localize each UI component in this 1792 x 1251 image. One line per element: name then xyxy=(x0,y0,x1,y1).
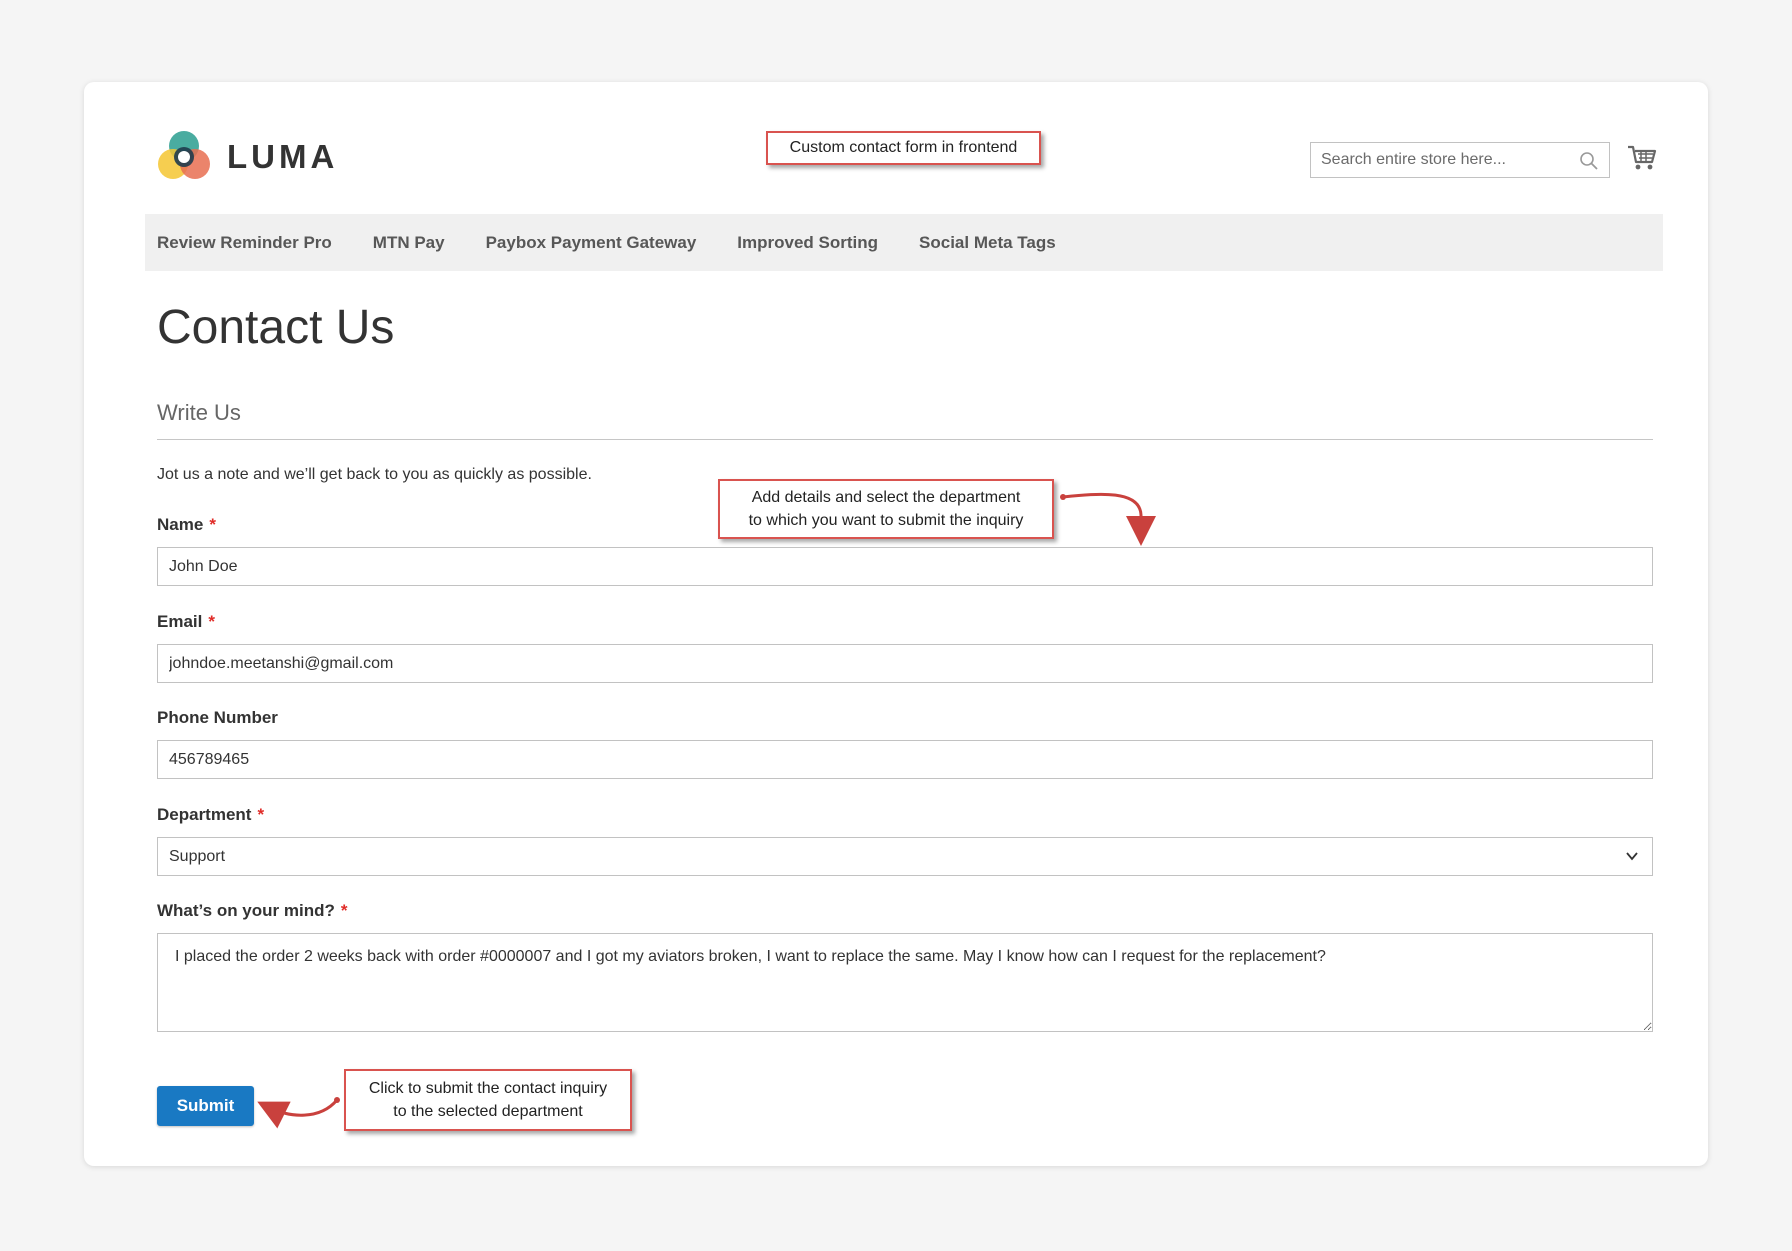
main-nav: Review Reminder Pro MTN Pay Paybox Payme… xyxy=(145,214,1663,271)
nav-item-social-meta-tags[interactable]: Social Meta Tags xyxy=(919,233,1056,253)
required-marker: * xyxy=(209,515,216,534)
name-label: Name * xyxy=(157,515,216,535)
page-card: LUMA Review Reminder Pro MTN Pay Paybox … xyxy=(84,82,1708,1166)
department-label: Department * xyxy=(157,805,264,825)
comment-label-text: What’s on your mind? xyxy=(157,901,335,920)
annotation-submit-line2: to the selected department xyxy=(393,1103,583,1120)
form-legend: Write Us xyxy=(157,400,241,425)
annotation-submit: Click to submit the contact inquiry to t… xyxy=(344,1069,632,1131)
required-marker: * xyxy=(208,612,215,631)
comment-label: What’s on your mind? * xyxy=(157,901,348,921)
department-label-text: Department xyxy=(157,805,252,824)
email-label: Email * xyxy=(157,612,215,632)
phone-input[interactable] xyxy=(157,740,1653,779)
nav-item-improved-sorting[interactable]: Improved Sorting xyxy=(737,233,878,253)
email-input[interactable] xyxy=(157,644,1653,683)
luma-logo[interactable]: LUMA xyxy=(157,130,338,184)
page-title: Contact Us xyxy=(157,301,395,354)
search-icon[interactable] xyxy=(1579,151,1599,171)
required-marker: * xyxy=(340,901,348,920)
divider xyxy=(157,439,1653,440)
form-note: Jot us a note and we’ll get back to you … xyxy=(157,466,592,483)
comment-textarea[interactable]: I placed the order 2 weeks back with ord… xyxy=(157,933,1653,1032)
submit-button[interactable]: Submit xyxy=(157,1086,254,1126)
chevron-down-icon xyxy=(1626,852,1638,861)
department-selected-value: Support xyxy=(169,847,226,865)
phone-label-text: Phone Number xyxy=(157,708,278,727)
annotation-add-details-line2: to which you want to submit the inquiry xyxy=(748,512,1024,529)
search-box[interactable] xyxy=(1310,142,1610,178)
logo-text: LUMA xyxy=(227,138,339,175)
cart-icon[interactable] xyxy=(1627,144,1657,172)
annotation-submit-line1: Click to submit the contact inquiry xyxy=(368,1080,608,1097)
luma-logo-icon xyxy=(158,131,210,179)
annotation-add-details-line1: Add details and select the department xyxy=(751,489,1021,506)
name-label-text: Name xyxy=(157,515,204,534)
nav-item-review-reminder-pro[interactable]: Review Reminder Pro xyxy=(157,233,332,253)
department-select[interactable]: Support xyxy=(157,837,1653,876)
required-marker: * xyxy=(257,805,265,824)
nav-item-paybox-payment-gateway[interactable]: Paybox Payment Gateway xyxy=(486,233,697,253)
email-label-text: Email xyxy=(157,612,203,631)
nav-item-mtn-pay[interactable]: MTN Pay xyxy=(373,233,445,253)
annotation-custom-form: Custom contact form in frontend xyxy=(766,131,1041,165)
phone-label: Phone Number xyxy=(157,708,278,728)
name-input[interactable] xyxy=(157,547,1653,586)
annotation-add-details: Add details and select the department to… xyxy=(718,479,1054,539)
search-input[interactable] xyxy=(1311,143,1581,177)
